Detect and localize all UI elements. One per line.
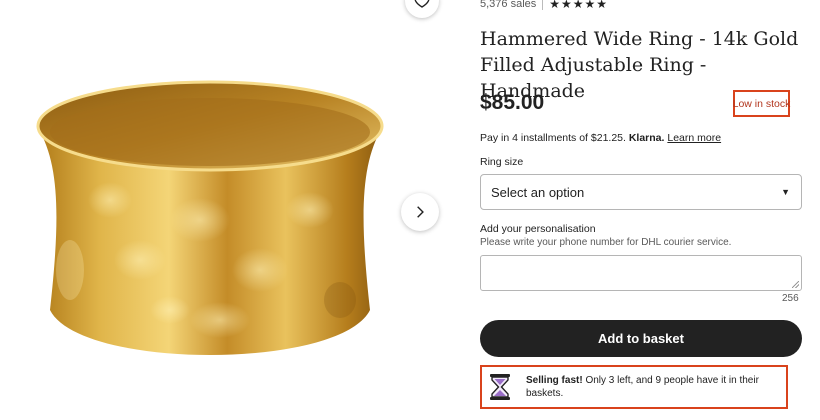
add-to-basket-button[interactable]: Add to basket	[480, 320, 802, 357]
sales-count: 5,376 sales	[480, 0, 537, 10]
klarna-label: Klarna.	[628, 132, 665, 144]
personalisation-textarea[interactable]	[480, 255, 802, 291]
stock-badge: Low in stock	[733, 90, 790, 117]
product-price: $85.00	[480, 91, 545, 114]
rating-stars[interactable]: ★★★★★	[549, 0, 608, 11]
resize-handle[interactable]	[792, 281, 799, 288]
installments-text: Pay in 4 installments of $21.25.	[480, 132, 626, 144]
sales-rating-row: 5,376 sales ★★★★★	[480, 0, 608, 11]
installments-info: Pay in 4 installments of $21.25. Klarna.…	[480, 132, 721, 144]
personalisation-label: Add your personalisation	[480, 223, 596, 235]
selling-fast-text: Selling fast! Only 3 left, and 9 people …	[526, 374, 786, 400]
product-image-gallery	[0, 0, 460, 420]
ring-size-select[interactable]: Select an option ▼	[480, 174, 802, 210]
ring-size-label: Ring size	[480, 156, 524, 168]
divider	[542, 0, 544, 10]
character-count: 256	[782, 293, 799, 304]
selling-fast-notice: Selling fast! Only 3 left, and 9 people …	[480, 365, 788, 409]
hourglass-icon	[490, 374, 510, 400]
favorite-button[interactable]	[405, 0, 439, 18]
personalisation-help: Please write your phone number for DHL c…	[480, 237, 732, 248]
ring-size-selected: Select an option	[491, 184, 585, 200]
chevron-right-icon	[417, 206, 424, 218]
next-image-button[interactable]	[401, 193, 439, 231]
heart-icon	[414, 0, 430, 8]
caret-down-icon: ▼	[781, 187, 790, 197]
selling-fast-bold: Selling fast!	[526, 375, 583, 386]
learn-more-link[interactable]: Learn more	[667, 132, 721, 144]
product-image[interactable]	[20, 70, 400, 390]
